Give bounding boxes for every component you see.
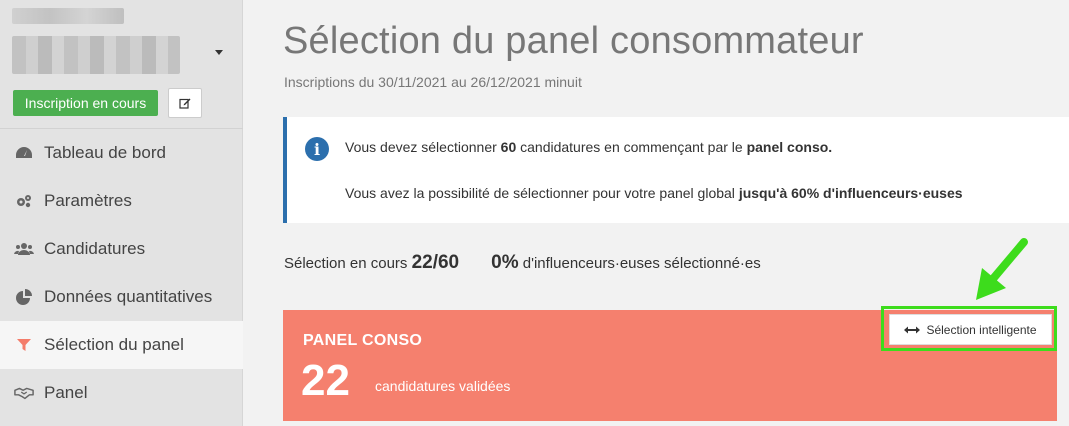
handshake-icon bbox=[14, 383, 34, 403]
selection-count: 22/60 bbox=[411, 252, 460, 273]
horizontal-arrows-icon bbox=[904, 326, 921, 334]
redacted-project-name[interactable] bbox=[12, 36, 180, 74]
edit-icon bbox=[179, 98, 191, 109]
sidebar-item-selection-du-panel[interactable]: Sélection du panel bbox=[0, 321, 243, 369]
sidebar-item-label: Panel bbox=[44, 383, 88, 402]
status-badge: Inscription en cours bbox=[13, 90, 158, 116]
project-header: Inscription en cours bbox=[0, 0, 243, 129]
influencer-percentage: 0% bbox=[491, 252, 519, 273]
redacted-project-label bbox=[12, 8, 124, 24]
info-alert: i Vous devez sélectionner 60 candidature… bbox=[283, 117, 1069, 223]
dashboard-icon bbox=[14, 143, 34, 163]
sidebar: Inscription en cours Tableau de bord Par… bbox=[0, 0, 243, 426]
info-icon: i bbox=[305, 137, 329, 161]
chevron-down-icon[interactable] bbox=[215, 50, 223, 55]
filter-icon bbox=[14, 335, 34, 355]
info-line-required: Vous devez sélectionner 60 candidatures … bbox=[345, 139, 833, 155]
panel-title: PANEL CONSO bbox=[303, 332, 423, 349]
sidebar-nav: Tableau de bord Paramètres Candidatures … bbox=[0, 129, 243, 417]
sidebar-item-label: Données quantitatives bbox=[44, 287, 213, 306]
smart-selection-button[interactable]: Sélection intelligente bbox=[889, 314, 1052, 345]
users-icon bbox=[14, 239, 34, 259]
sidebar-item-candidatures[interactable]: Candidatures bbox=[0, 225, 243, 273]
sidebar-item-label: Paramètres bbox=[44, 191, 132, 210]
sidebar-item-label: Tableau de bord bbox=[44, 143, 166, 162]
registration-period: Inscriptions du 30/11/2021 au 26/12/2021… bbox=[284, 74, 582, 90]
sidebar-item-tableau-de-bord[interactable]: Tableau de bord bbox=[0, 129, 243, 177]
panel-caption: candidatures validées bbox=[375, 378, 511, 394]
main-content: Sélection du panel consommateur Inscript… bbox=[243, 0, 1069, 426]
influencer-stat: 0% d'influenceurs·euses sélectionné·es bbox=[491, 252, 761, 274]
selection-stats: Sélection en cours 22/60 0% d'influenceu… bbox=[284, 252, 761, 274]
sidebar-item-label: Sélection du panel bbox=[44, 335, 184, 354]
panel-count: 22 bbox=[301, 356, 350, 405]
page-title: Sélection du panel consommateur bbox=[283, 20, 864, 62]
pie-chart-icon bbox=[14, 287, 34, 307]
sidebar-item-panel[interactable]: Panel bbox=[0, 369, 243, 417]
sidebar-item-parametres[interactable]: Paramètres bbox=[0, 177, 243, 225]
gears-icon bbox=[14, 191, 34, 211]
green-pointer-arrow-icon bbox=[976, 238, 1028, 300]
influencer-label: d'influenceurs·euses sélectionné·es bbox=[518, 255, 761, 272]
smart-selection-label: Sélection intelligente bbox=[926, 322, 1037, 337]
edit-button[interactable] bbox=[168, 88, 202, 118]
sidebar-item-donnees-quantitatives[interactable]: Données quantitatives bbox=[0, 273, 243, 321]
sidebar-item-label: Candidatures bbox=[44, 239, 146, 258]
info-line-influencers: Vous avez la possibilité de sélectionner… bbox=[345, 185, 963, 201]
selection-label: Sélection en cours bbox=[284, 255, 408, 272]
